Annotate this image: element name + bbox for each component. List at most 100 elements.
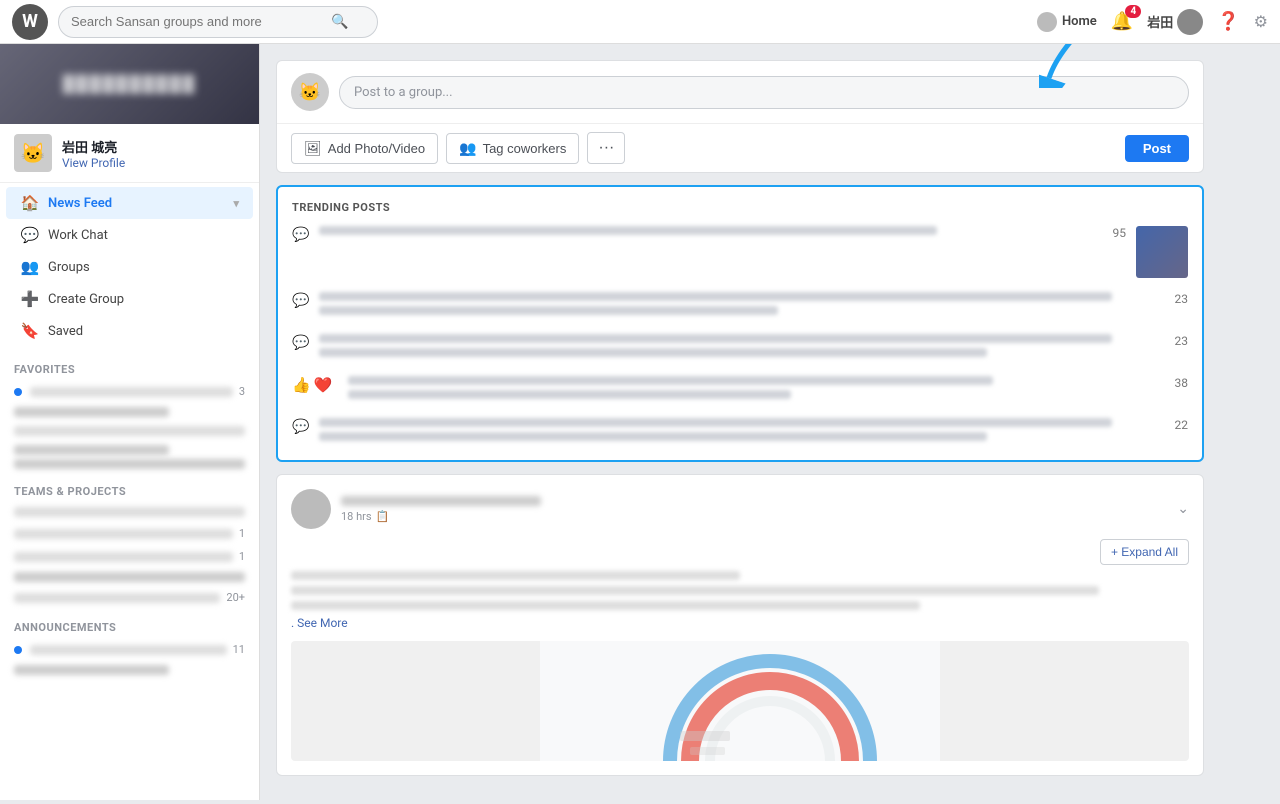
trending-item-count: 95: [1102, 226, 1126, 240]
nav-label-create-group: Create Group: [48, 292, 124, 307]
trending-item-content: [319, 226, 1092, 240]
sidebar-item-create-group[interactable]: ➕ Create Group: [6, 283, 253, 315]
chevron-down-icon[interactable]: ⌄: [1177, 501, 1189, 517]
trending-item-text: [319, 306, 778, 315]
post-image-svg: [291, 641, 1189, 761]
trending-item-text: [348, 376, 993, 385]
expand-all-label: + Expand All: [1111, 545, 1178, 559]
nav-label-news-feed: News Feed: [48, 196, 112, 211]
feed-post-time: 18 hrs 📋: [341, 510, 1167, 523]
list-item[interactable]: 1: [0, 522, 259, 545]
more-actions-button[interactable]: ···: [587, 132, 625, 164]
heart-icon: ❤️: [314, 376, 333, 394]
trending-item-content: [348, 376, 1154, 404]
trending-item-text: [319, 432, 987, 441]
trending-item-text: [319, 292, 1112, 301]
nav-label-work-chat: Work Chat: [48, 228, 108, 243]
teams-item-label: [14, 552, 233, 562]
feed-post-name-blurred: [341, 496, 541, 506]
list-item[interactable]: 20+: [0, 586, 259, 609]
trending-card-title: TRENDING POSTS: [292, 201, 1188, 214]
teams-item-label: [14, 529, 233, 539]
sponsored-icon: 📋: [376, 510, 390, 523]
feed-post-text-blurred: [291, 601, 920, 610]
comment-icon: 💬: [292, 227, 309, 243]
list-item[interactable]: [0, 421, 259, 441]
tag-coworkers-label: Tag coworkers: [483, 141, 567, 156]
tag-icon: 👥: [459, 140, 476, 157]
topnav: W 🔍 Home 🔔 4 岩田 ❓ ⚙: [0, 0, 1280, 44]
see-more-link[interactable]: . See More: [291, 616, 348, 630]
sidebar: ██████████ 🐱 岩田 城亮 View Profile 🏠 News F…: [0, 44, 260, 800]
list-item[interactable]: [0, 502, 259, 522]
favorites-item-count: 3: [239, 385, 245, 398]
blurred-text: [14, 459, 245, 469]
chevron-down-icon: ▾: [233, 197, 239, 210]
add-photo-button[interactable]: 🖼 Add Photo/Video: [291, 133, 438, 164]
comment-icon: 💬: [292, 335, 309, 351]
user-name: 岩田: [1147, 12, 1173, 31]
help-icon[interactable]: ❓: [1217, 11, 1239, 32]
trending-item[interactable]: 💬 22: [292, 418, 1188, 446]
comment-icon: 💬: [292, 293, 309, 309]
notifications-bell[interactable]: 🔔 4: [1111, 11, 1133, 32]
announcements-section-title: ANNOUNCEMENTS: [0, 609, 259, 638]
sidebar-item-news-feed[interactable]: 🏠 News Feed ▾: [6, 187, 253, 219]
post-box: Trending Posts 🐱 Post to a group...: [276, 60, 1204, 173]
gear-icon[interactable]: ⚙: [1254, 12, 1268, 31]
list-item[interactable]: 1: [0, 545, 259, 568]
trending-item[interactable]: 💬 95: [292, 226, 1188, 278]
home-link[interactable]: Home: [1037, 12, 1097, 32]
feed-post: 18 hrs 📋 ⌄ + Expand All . See More: [276, 474, 1204, 776]
favorites-item-label: [30, 387, 233, 397]
blurred-text: [14, 665, 169, 675]
dot-icon: [14, 388, 22, 396]
trending-item-count: 23: [1164, 334, 1188, 348]
sidebar-item-groups[interactable]: 👥 Groups: [6, 251, 253, 283]
expand-all-button[interactable]: + Expand All: [1100, 539, 1189, 565]
sidebar-item-saved[interactable]: 🔖 Saved: [6, 315, 253, 347]
list-item[interactable]: 11: [0, 638, 259, 661]
view-profile-link[interactable]: View Profile: [62, 156, 125, 170]
announcement-item-label: [30, 645, 227, 655]
plus-icon: ➕: [20, 290, 40, 308]
trending-item-count: 38: [1164, 376, 1188, 390]
blurred-text: [14, 445, 169, 455]
trending-item-content: [319, 292, 1154, 320]
logo-letter: W: [22, 11, 38, 32]
trending-item-text: [319, 226, 937, 235]
user-avatar: [1177, 9, 1203, 35]
post-button-label: Post: [1143, 141, 1171, 156]
sidebar-nav: 🏠 News Feed ▾ 💬 Work Chat 👥 Groups ➕ Cre…: [0, 183, 259, 351]
trending-item[interactable]: 💬 23: [292, 292, 1188, 320]
post-submit-button[interactable]: Post: [1125, 135, 1189, 162]
trending-item[interactable]: 👍 ❤️ 38: [292, 376, 1188, 404]
announcement-count: 11: [233, 643, 245, 656]
list-item[interactable]: 3: [0, 380, 259, 403]
home-icon: 🏠: [20, 194, 40, 212]
feed-post-avatar: [291, 489, 331, 529]
main-content: Trending Posts 🐱 Post to a group...: [260, 44, 1220, 804]
post-box-actions: 🖼 Add Photo/Video 👥 Tag coworkers ··· Po…: [277, 124, 1203, 172]
feed-post-image: [291, 641, 1189, 761]
tag-coworkers-button[interactable]: 👥 Tag coworkers: [446, 133, 579, 164]
sidebar-item-work-chat[interactable]: 💬 Work Chat: [6, 219, 253, 251]
sidebar-user: 🐱 岩田 城亮 View Profile: [0, 124, 259, 183]
home-avatar: [1037, 12, 1057, 32]
post-box-top: 🐱 Post to a group...: [277, 61, 1203, 124]
trending-item[interactable]: 💬 23: [292, 334, 1188, 362]
more-icon: ···: [598, 139, 614, 156]
notification-badge: 4: [1125, 5, 1141, 18]
post-placeholder: Post to a group...: [354, 85, 453, 100]
teams-item-count: 1: [239, 527, 245, 540]
logo[interactable]: W: [12, 4, 48, 40]
search-input[interactable]: [71, 14, 331, 29]
favorites-section-title: FAVORITES: [0, 351, 259, 380]
blurred-text: [14, 407, 169, 417]
blurred-text: [14, 572, 245, 582]
post-input[interactable]: Post to a group...: [339, 76, 1189, 109]
user-menu[interactable]: 岩田: [1147, 9, 1203, 35]
teams-section-title: TEAMS & PROJECTS: [0, 473, 259, 502]
sidebar-banner: ██████████: [0, 44, 259, 124]
search-bar[interactable]: 🔍: [58, 6, 378, 38]
